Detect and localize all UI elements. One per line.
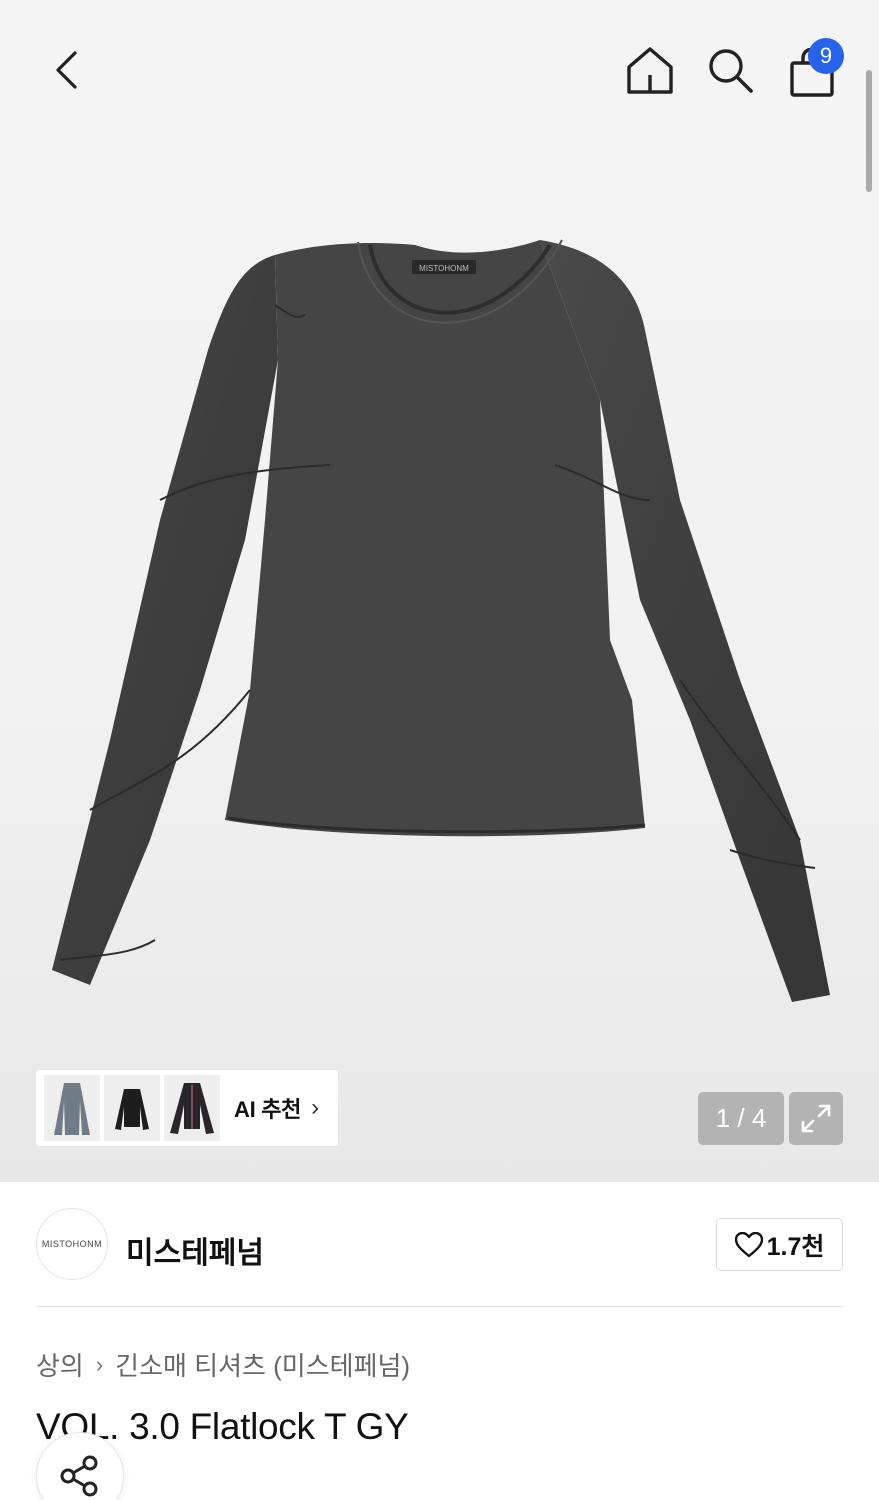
brand-name[interactable]: 미스테페넘 (126, 1228, 264, 1272)
search-icon (709, 49, 753, 93)
scrollbar[interactable] (866, 70, 872, 192)
like-button[interactable]: 1.7천 (716, 1218, 843, 1271)
expand-icon (801, 1104, 831, 1133)
chevron-left-icon (56, 51, 77, 89)
breadcrumb: 상의 › 긴소매 티셔츠 (미스테페넘) (36, 1346, 410, 1383)
breadcrumb-category[interactable]: 상의 (36, 1346, 84, 1383)
like-count: 1.7천 (766, 1232, 825, 1261)
cart-count-badge: 9 (808, 38, 844, 74)
recommend-thumb-2[interactable] (104, 1075, 160, 1141)
gray-top-thumbnail (54, 1083, 90, 1135)
home-button[interactable] (620, 40, 680, 100)
recommend-thumb-1[interactable] (44, 1075, 100, 1141)
chevron-right-icon: › (95, 1351, 104, 1377)
cart-button[interactable]: 9 (780, 38, 844, 100)
chevron-right-icon: › (311, 1094, 320, 1121)
back-button[interactable] (36, 40, 96, 100)
product-gallery[interactable]: 9 MISTOHONM AI 추천 › 1 / 4 (0, 0, 879, 1182)
ai-recommend-label: AI 추천 (234, 1097, 302, 1122)
home-icon (627, 47, 673, 94)
heart-icon (734, 1231, 763, 1257)
product-image[interactable]: MISTOHONM (40, 220, 840, 1020)
share-icon (60, 1455, 98, 1497)
breadcrumb-subcategory[interactable]: 긴소매 티셔츠 (미스테페넘) (115, 1346, 410, 1383)
search-button[interactable] (700, 40, 760, 100)
brand-row: MISTOHONM 미스테페넘 1.7천 (36, 1208, 843, 1280)
expand-button[interactable] (789, 1092, 843, 1145)
zip-top-thumbnail (170, 1083, 214, 1134)
recommend-thumb-3[interactable] (164, 1075, 220, 1141)
black-top-thumbnail (115, 1089, 149, 1130)
divider (36, 1306, 843, 1307)
garment-label-text: MISTOHONM (419, 264, 469, 273)
ai-recommend-button[interactable]: AI 추천 › (36, 1070, 338, 1146)
brand-logo-text: MISTOHONM (41, 1239, 103, 1249)
image-counter: 1 / 4 (698, 1092, 784, 1145)
brand-logo[interactable]: MISTOHONM (36, 1208, 108, 1280)
